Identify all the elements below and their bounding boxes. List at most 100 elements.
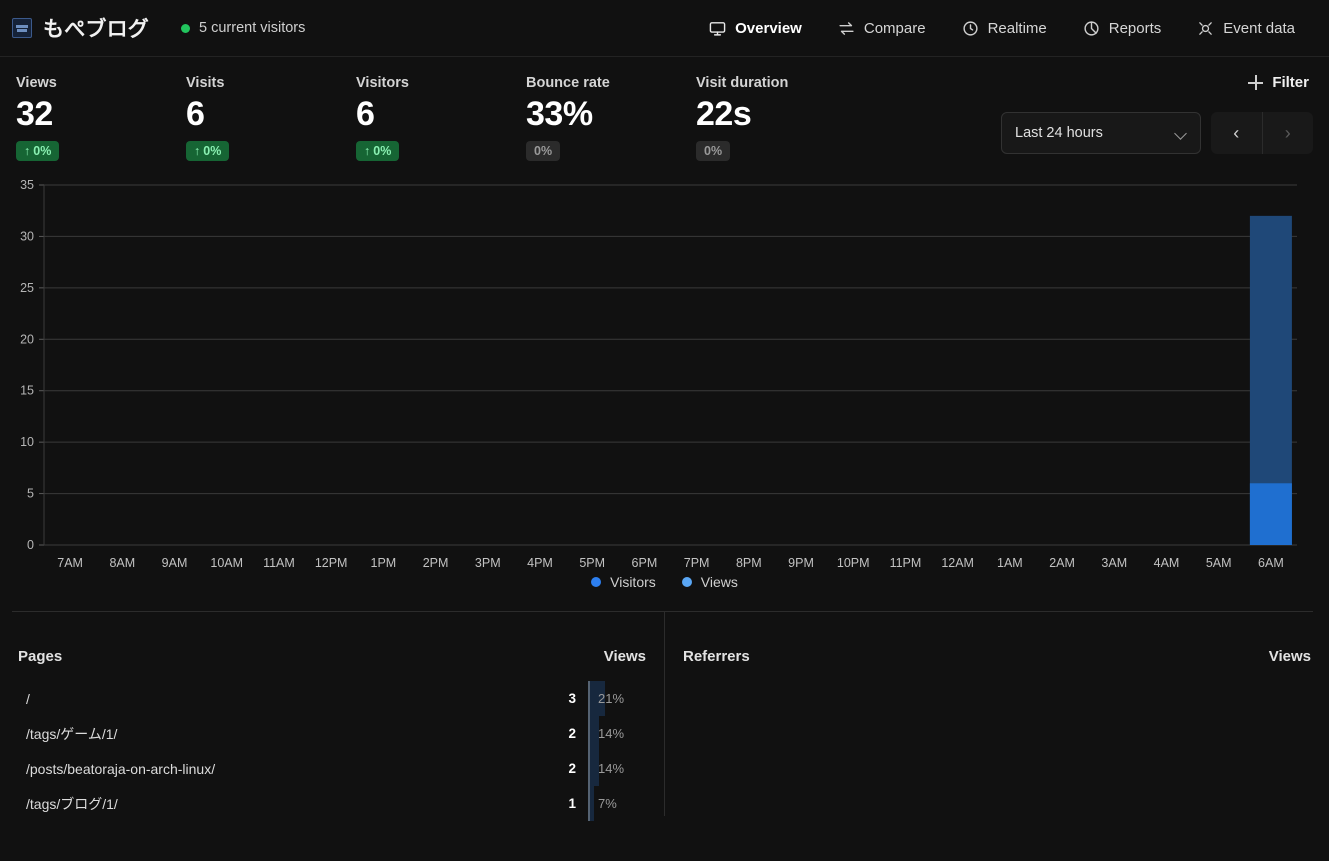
svg-text:7PM: 7PM bbox=[684, 556, 710, 570]
row-percent: 14% bbox=[588, 751, 648, 786]
table-row[interactable]: /posts/beatoraja-on-arch-linux/2 14% bbox=[16, 751, 648, 786]
nav-label-realtime: Realtime bbox=[987, 19, 1047, 37]
date-range-select[interactable]: Last 24 hours bbox=[1001, 112, 1201, 154]
current-visitors[interactable]: 5 current visitors bbox=[181, 20, 305, 36]
referrers-views-header: Views bbox=[1268, 648, 1311, 665]
row-label: / bbox=[26, 690, 30, 707]
chart-canvas[interactable]: 0 5 10 15 20 25 30 35 7AM 8AM 9AM 10AM 11AM 12PM 1PM 2P… bbox=[0, 175, 1329, 570]
referrers-title: Referrers bbox=[683, 648, 750, 665]
metric-label: Visitors bbox=[356, 75, 409, 91]
table-row[interactable]: /tags/ブログ/1/1 7% bbox=[16, 786, 648, 821]
target-icon bbox=[1197, 20, 1214, 37]
detail-panels: Pages Views /3 21%/tags/ゲーム/1/2 14%/posts/… bbox=[0, 612, 1329, 821]
nav-item-event-data[interactable]: Event data bbox=[1179, 14, 1313, 43]
nav-item-compare[interactable]: Compare bbox=[820, 14, 944, 43]
svg-text:9PM: 9PM bbox=[788, 556, 814, 570]
compare-arrows-icon bbox=[838, 20, 855, 37]
svg-text:4PM: 4PM bbox=[527, 556, 553, 570]
filter-button[interactable]: Filter bbox=[1240, 69, 1313, 96]
row-label: /tags/ゲーム/1/ bbox=[26, 725, 118, 742]
pages-panel: Pages Views /3 21%/tags/ゲーム/1/2 14%/posts/… bbox=[0, 612, 664, 821]
metric-label: Visit duration bbox=[696, 75, 789, 91]
row-value: 2 bbox=[568, 726, 576, 741]
svg-text:4AM: 4AM bbox=[1154, 556, 1180, 570]
nav-item-overview[interactable]: Overview bbox=[691, 14, 820, 43]
row-percent: 21% bbox=[588, 681, 648, 716]
metric-change-badge: ↑ 0% bbox=[356, 141, 400, 162]
metrics-row: Views 32 ↑ 0% Visits 6 ↑ 0% Visitors 6 ↑… bbox=[0, 57, 1329, 175]
prev-period-button[interactable]: ‹ bbox=[1211, 112, 1262, 154]
pages-title: Pages bbox=[18, 648, 63, 665]
svg-text:9AM: 9AM bbox=[162, 556, 188, 570]
metric-value: 32 bbox=[16, 95, 53, 133]
metric-views[interactable]: Views 32 ↑ 0% bbox=[16, 75, 186, 175]
app-header: もぺブログ 5 current visitors Overview Compar… bbox=[0, 0, 1329, 57]
nav-item-reports[interactable]: Reports bbox=[1065, 14, 1180, 43]
pages-rows: /3 21%/tags/ゲーム/1/2 14%/posts/beatoraja-on… bbox=[16, 681, 648, 821]
row-percent-label: 21% bbox=[598, 691, 625, 706]
pages-panel-header: Pages Views bbox=[16, 648, 648, 665]
nav-label-reports: Reports bbox=[1108, 19, 1162, 37]
clock-icon bbox=[962, 20, 979, 37]
row-value: 1 bbox=[568, 796, 576, 811]
main-nav: Overview Compare Realtime Reports Event … bbox=[691, 14, 1313, 43]
metric-visitors[interactable]: Visitors 6 ↑ 0% bbox=[356, 75, 526, 175]
site-name: もぺブログ bbox=[43, 18, 149, 41]
dashboard-controls: Filter Last 24 hours ‹ › bbox=[1001, 69, 1313, 154]
svg-text:10PM: 10PM bbox=[837, 556, 870, 570]
svg-text:2PM: 2PM bbox=[423, 556, 449, 570]
period-nav: ‹ › bbox=[1211, 112, 1313, 154]
svg-text:25: 25 bbox=[20, 281, 34, 295]
metric-visits[interactable]: Visits 6 ↑ 0% bbox=[186, 75, 356, 175]
svg-text:0: 0 bbox=[27, 538, 34, 552]
svg-text:1AM: 1AM bbox=[997, 556, 1023, 570]
row-percent: 7% bbox=[588, 786, 648, 821]
metric-value: 33% bbox=[526, 95, 593, 133]
row-percent-label: 7% bbox=[598, 796, 617, 811]
metric-change-value: 0% bbox=[704, 144, 723, 159]
svg-text:8AM: 8AM bbox=[109, 556, 135, 570]
bar-visitors bbox=[1249, 483, 1292, 545]
referrers-panel: Referrers Views bbox=[664, 612, 1329, 816]
metric-change-badge: ↑ 0% bbox=[186, 141, 230, 162]
visitors-chart[interactable]: 0 5 10 15 20 25 30 35 7AM 8AM 9AM 10AM 11AM 12PM 1PM 2P… bbox=[0, 175, 1329, 595]
arrow-up-icon: ↑ bbox=[364, 144, 371, 159]
svg-text:12PM: 12PM bbox=[315, 556, 348, 570]
legend-item-visitors[interactable]: Visitors bbox=[591, 574, 656, 590]
svg-text:20: 20 bbox=[20, 332, 34, 346]
legend-label-visitors: Visitors bbox=[610, 574, 656, 590]
row-label: /tags/ブログ/1/ bbox=[26, 795, 118, 812]
legend-label-views: Views bbox=[700, 574, 738, 590]
nav-label-event-data: Event data bbox=[1223, 19, 1295, 37]
next-period-button[interactable]: › bbox=[1261, 112, 1314, 154]
svg-text:35: 35 bbox=[20, 178, 34, 192]
svg-text:10: 10 bbox=[20, 435, 34, 449]
svg-text:5: 5 bbox=[27, 487, 34, 501]
svg-text:8PM: 8PM bbox=[736, 556, 762, 570]
date-range-value: Last 24 hours bbox=[1015, 125, 1103, 141]
metric-change-badge: ↑ 0% bbox=[16, 141, 60, 162]
svg-text:12AM: 12AM bbox=[941, 556, 974, 570]
metric-change-value: 0% bbox=[373, 144, 392, 159]
nav-label-overview: Overview bbox=[735, 19, 802, 37]
svg-text:5PM: 5PM bbox=[579, 556, 605, 570]
metric-value: 6 bbox=[356, 95, 375, 133]
pie-chart-icon bbox=[1083, 20, 1100, 37]
nav-item-realtime[interactable]: Realtime bbox=[944, 14, 1065, 43]
svg-text:11PM: 11PM bbox=[890, 556, 922, 570]
pages-views-header: Views bbox=[603, 648, 646, 665]
metric-bounce-rate[interactable]: Bounce rate 33% 0% bbox=[526, 75, 696, 175]
svg-text:6AM: 6AM bbox=[1258, 556, 1284, 570]
metric-change-value: 0% bbox=[203, 144, 222, 159]
legend-dot-views bbox=[681, 577, 692, 587]
table-row[interactable]: /tags/ゲーム/1/2 14% bbox=[16, 716, 648, 751]
metric-value: 22s bbox=[696, 95, 752, 133]
svg-text:15: 15 bbox=[20, 384, 34, 398]
legend-item-views[interactable]: Views bbox=[681, 574, 738, 590]
arrow-up-icon: ↑ bbox=[24, 144, 31, 159]
brand[interactable]: もぺブログ bbox=[12, 13, 149, 43]
metric-visit-duration[interactable]: Visit duration 22s 0% bbox=[696, 75, 866, 175]
monitor-icon bbox=[709, 20, 726, 37]
table-row[interactable]: / 3 21% bbox=[16, 681, 648, 716]
row-label: /posts/beatoraja-on-arch-linux/ bbox=[26, 760, 216, 777]
